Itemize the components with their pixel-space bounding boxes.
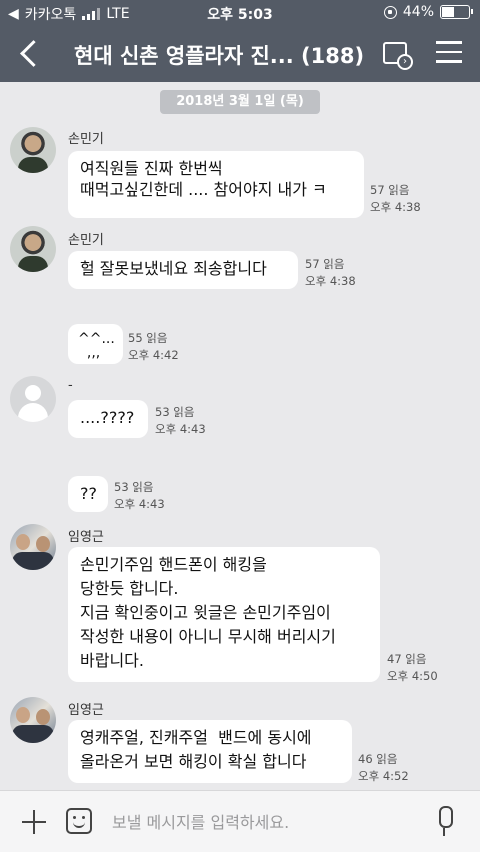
read-count: 46 읽음 [358, 752, 398, 766]
rotation-lock-icon [383, 5, 397, 19]
sender-name: 임영근 [68, 703, 104, 718]
battery-fill [442, 7, 455, 17]
date-divider: 2018년 3월 1일 (목) [160, 90, 320, 114]
read-count: 57 읽음 [305, 257, 345, 271]
message-input[interactable] [112, 810, 412, 834]
message-bubble[interactable]: ^^... ,,, [68, 324, 123, 364]
avatar[interactable] [10, 697, 56, 743]
read-count: 57 읽음 [370, 183, 410, 197]
message-bubble[interactable]: ?? [68, 476, 108, 512]
sender-name: 손민기 [68, 233, 104, 248]
microphone-icon[interactable] [434, 806, 454, 838]
sender-name: 손민기 [68, 132, 104, 147]
share-arrow-icon: › [397, 54, 413, 70]
read-count: 47 읽음 [387, 652, 427, 666]
message-bubble[interactable]: 영캐주얼, 진캐주얼 밴드에 동시에 올라온거 보면 해킹이 확실 합니다 [68, 720, 352, 783]
read-count: 55 읽음 [128, 331, 168, 345]
message-bubble[interactable]: 손민기주임 핸드폰이 해킹을 당한듯 합니다. 지금 확인중이고 윗글은 손민기… [68, 547, 380, 682]
share-icon[interactable]: › [383, 42, 413, 70]
message-bubble[interactable]: 여직원들 진짜 한번씩 때먹고싶긴한데 .... 참어야지 내가 ㅋ [68, 151, 364, 218]
read-count: 53 읽음 [155, 405, 195, 419]
chat-title: 현대 신촌 영플라자 진... (188) [74, 44, 365, 68]
read-count: 53 읽음 [114, 480, 154, 494]
message-bubble[interactable]: 헐 잘못보냈네요 죄송합니다 [68, 251, 298, 289]
status-bar: ◀ 카카오톡 LTE 오후 5:03 44% [0, 0, 480, 26]
message-bubble[interactable]: ....???? [68, 400, 148, 438]
battery-icon [440, 5, 473, 19]
chat-header: 현대 신촌 영플라자 진... (188) › [0, 26, 480, 82]
message-time: 오후 4:43 [114, 497, 165, 511]
message-time: 오후 4:43 [155, 422, 206, 436]
sender-name: 임영근 [68, 530, 104, 545]
back-button[interactable] [18, 39, 48, 69]
sender-name: - [68, 378, 73, 393]
message-time: 오후 4:38 [370, 200, 421, 214]
battery-percent: 44% [402, 4, 434, 20]
plus-icon[interactable] [22, 810, 46, 834]
avatar[interactable] [10, 226, 56, 272]
message-time: 오후 4:50 [387, 669, 438, 683]
emoticon-icon[interactable] [66, 808, 92, 834]
default-avatar-icon[interactable] [10, 376, 56, 422]
message-time: 오후 4:42 [128, 348, 179, 362]
message-time: 오후 4:52 [358, 769, 409, 783]
message-input-bar [0, 790, 480, 852]
avatar[interactable] [10, 524, 56, 570]
avatar[interactable] [10, 127, 56, 173]
message-time: 오후 4:38 [305, 274, 356, 288]
menu-icon[interactable] [436, 41, 462, 65]
